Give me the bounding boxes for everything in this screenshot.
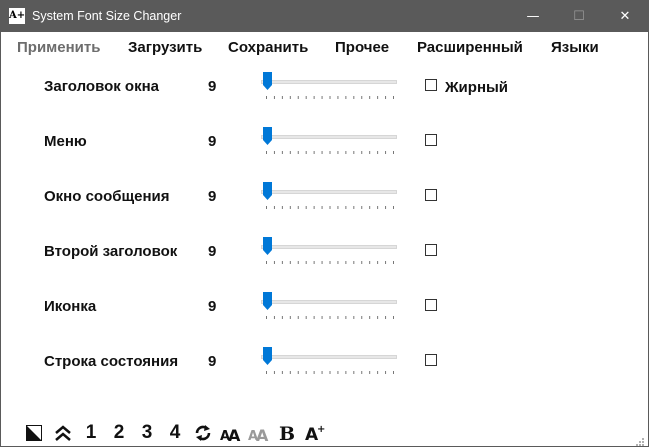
slider-thumb[interactable] bbox=[263, 347, 272, 365]
slider-ticks bbox=[266, 261, 394, 264]
title-bar[interactable]: A+ System Font Size Changer — ☐ ✕ bbox=[1, 1, 648, 32]
slider-ticks bbox=[266, 316, 394, 319]
font-size-disabled-icon: AA bbox=[248, 421, 270, 445]
setting-row-menu: Меню 9 bbox=[1, 126, 648, 156]
slider-track[interactable] bbox=[261, 355, 397, 359]
size-slider[interactable] bbox=[261, 236, 397, 266]
slider-track[interactable] bbox=[261, 245, 397, 249]
app-window: A+ System Font Size Changer — ☐ ✕ Примен… bbox=[0, 0, 649, 447]
setting-label: Окно сообщения bbox=[44, 188, 170, 205]
svg-text:+: + bbox=[317, 424, 325, 435]
svg-text:A: A bbox=[228, 426, 241, 444]
refresh-icon[interactable] bbox=[192, 421, 214, 445]
setting-row-palette-title: Второй заголовок 9 bbox=[1, 236, 648, 266]
menu-other[interactable]: Прочее bbox=[335, 39, 389, 56]
slider-thumb[interactable] bbox=[263, 72, 272, 90]
bold-checkbox[interactable] bbox=[425, 299, 437, 311]
svg-text:B: B bbox=[279, 423, 295, 443]
bold-checkbox[interactable] bbox=[425, 189, 437, 201]
size-slider[interactable] bbox=[261, 126, 397, 156]
size-slider[interactable] bbox=[261, 291, 397, 321]
menu-languages[interactable]: Языки bbox=[551, 39, 599, 56]
setting-value: 9 bbox=[208, 298, 217, 315]
setting-value: 9 bbox=[208, 78, 217, 95]
bold-checkbox[interactable] bbox=[425, 134, 437, 146]
setting-value: 9 bbox=[208, 188, 217, 205]
size-slider[interactable] bbox=[261, 346, 397, 376]
bottom-toolbar: 1 2 3 4 AA AA B A + bbox=[1, 419, 648, 447]
svg-text:A: A bbox=[256, 426, 269, 444]
double-chevron-up-icon[interactable] bbox=[53, 421, 73, 445]
setting-label: Строка состояния bbox=[44, 353, 179, 370]
setting-label: Заголовок окна bbox=[44, 78, 160, 95]
bold-checkbox[interactable] bbox=[425, 79, 437, 91]
close-button[interactable]: ✕ bbox=[602, 1, 648, 32]
window-title: System Font Size Changer bbox=[32, 9, 182, 23]
bold-label[interactable]: Жирный bbox=[445, 79, 508, 96]
resize-grip-icon[interactable] bbox=[635, 434, 645, 446]
preset-1-button[interactable]: 1 bbox=[82, 421, 100, 445]
font-increase-icon[interactable]: A + bbox=[305, 421, 327, 445]
slider-thumb[interactable] bbox=[263, 237, 272, 255]
setting-row-message-box: Окно сообщения 9 bbox=[1, 181, 648, 211]
setting-label: Меню bbox=[44, 133, 87, 150]
slider-ticks bbox=[266, 151, 394, 154]
setting-label: Второй заголовок bbox=[44, 243, 178, 260]
bold-checkbox[interactable] bbox=[425, 244, 437, 256]
setting-value: 9 bbox=[208, 133, 217, 150]
menu-bar: Применить Загрузить Сохранить Прочее Рас… bbox=[1, 34, 648, 62]
setting-row-icon: Иконка 9 bbox=[1, 291, 648, 321]
preset-4-button[interactable]: 4 bbox=[166, 421, 184, 445]
app-icon: A+ bbox=[9, 8, 25, 24]
setting-value: 9 bbox=[208, 353, 217, 370]
slider-track[interactable] bbox=[261, 80, 397, 84]
contrast-icon[interactable] bbox=[25, 421, 43, 445]
slider-track[interactable] bbox=[261, 190, 397, 194]
slider-ticks bbox=[266, 206, 394, 209]
menu-advanced[interactable]: Расширенный bbox=[417, 39, 523, 56]
slider-ticks bbox=[266, 371, 394, 374]
setting-row-status-bar: Строка состояния 9 bbox=[1, 346, 648, 376]
slider-track[interactable] bbox=[261, 135, 397, 139]
size-slider[interactable] bbox=[261, 71, 397, 101]
bold-icon[interactable]: B bbox=[277, 421, 297, 445]
setting-value: 9 bbox=[208, 243, 217, 260]
menu-load[interactable]: Загрузить bbox=[128, 39, 202, 56]
size-slider[interactable] bbox=[261, 181, 397, 211]
setting-label: Иконка bbox=[44, 298, 97, 315]
maximize-button[interactable]: ☐ bbox=[556, 1, 602, 32]
slider-thumb[interactable] bbox=[263, 292, 272, 310]
menu-save[interactable]: Сохранить bbox=[228, 39, 308, 56]
slider-thumb[interactable] bbox=[263, 182, 272, 200]
bold-checkbox[interactable] bbox=[425, 354, 437, 366]
setting-row-title-bar: Заголовок окна 9 Жирный bbox=[1, 71, 648, 101]
preset-2-button[interactable]: 2 bbox=[110, 421, 128, 445]
font-size-icon[interactable]: AA bbox=[220, 421, 242, 445]
minimize-button[interactable]: — bbox=[510, 1, 556, 32]
slider-thumb[interactable] bbox=[263, 127, 272, 145]
slider-track[interactable] bbox=[261, 300, 397, 304]
slider-ticks bbox=[266, 96, 394, 99]
menu-apply[interactable]: Применить bbox=[17, 39, 100, 56]
preset-3-button[interactable]: 3 bbox=[138, 421, 156, 445]
